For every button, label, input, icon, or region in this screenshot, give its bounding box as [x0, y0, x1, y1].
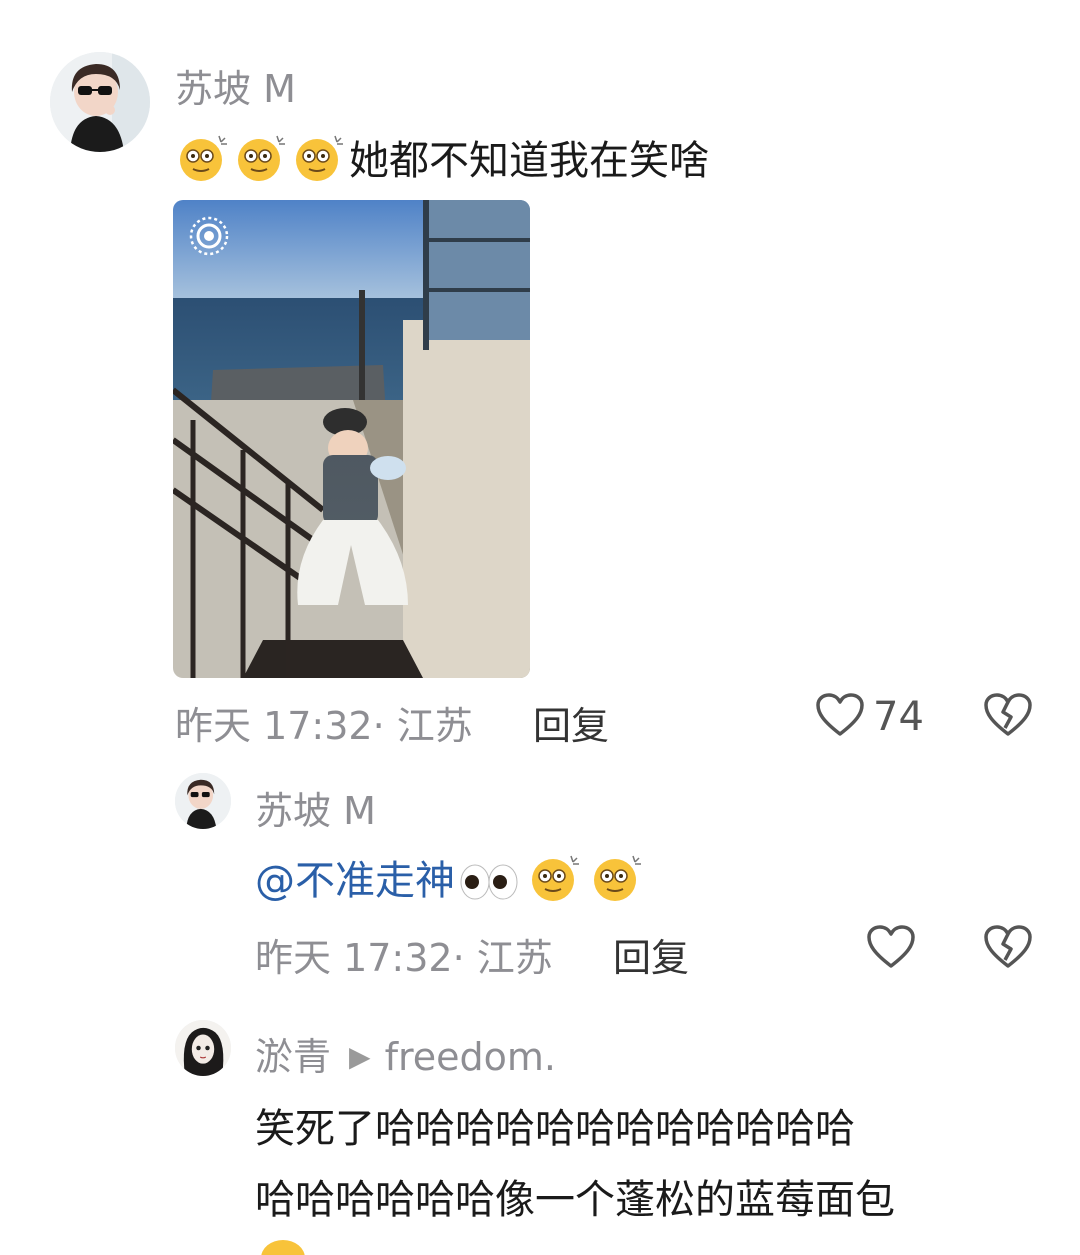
eyes-emoji [455, 858, 525, 912]
dislike-button[interactable] [983, 692, 1033, 742]
reply-button[interactable]: 回复 [533, 695, 609, 750]
comment-photo[interactable] [173, 200, 530, 678]
dislike-button[interactable] [983, 924, 1033, 974]
heart-icon [815, 692, 865, 742]
broken-heart-icon [983, 925, 1033, 974]
dizzy-face-emoji [525, 852, 587, 912]
comment-text-content: 她都不知道我在笑啥 [349, 138, 709, 184]
username[interactable]: 苏坡 M [255, 780, 376, 835]
dizzy-face-emoji [587, 852, 649, 912]
dizzy-face-emoji [233, 132, 291, 192]
username[interactable]: 苏坡 M [175, 58, 296, 113]
broken-heart-icon [983, 693, 1033, 742]
avatar[interactable] [175, 1020, 231, 1076]
dizzy-face-emoji [175, 132, 233, 192]
reply-button[interactable]: 回复 [613, 927, 689, 982]
avatar[interactable] [175, 773, 231, 829]
reply-timestamp-location: 昨天 17:32· 江苏 [255, 936, 553, 980]
reply-author[interactable]: 淤青 [255, 1035, 331, 1079]
dizzy-face-emoji [291, 132, 349, 192]
reply-text: @不准走神 [255, 848, 649, 912]
like-button[interactable]: 74 [815, 692, 924, 742]
avatar[interactable] [50, 52, 150, 152]
username: 淤青 ▶ freedom. [255, 1026, 556, 1081]
reply-text-line: 笑死了哈哈哈哈哈哈哈哈哈哈哈哈 [255, 1106, 855, 1152]
heart-icon [866, 924, 916, 974]
live-photo-icon [187, 214, 231, 262]
dizzy-face-emoji [258, 1236, 308, 1255]
reply-arrow-icon: ▶ [349, 1040, 371, 1073]
comment-timestamp-location: 昨天 17:32· 江苏 [175, 704, 473, 748]
reply-target[interactable]: freedom. [385, 1035, 556, 1079]
like-count: 74 [873, 694, 924, 740]
reply-text-line: 哈哈哈哈哈哈像一个蓬松的蓝莓面包 [255, 1177, 895, 1223]
mention-link[interactable]: @不准走神 [255, 858, 455, 904]
like-button[interactable] [866, 924, 916, 974]
comment-text: 她都不知道我在笑啥 [175, 128, 709, 192]
